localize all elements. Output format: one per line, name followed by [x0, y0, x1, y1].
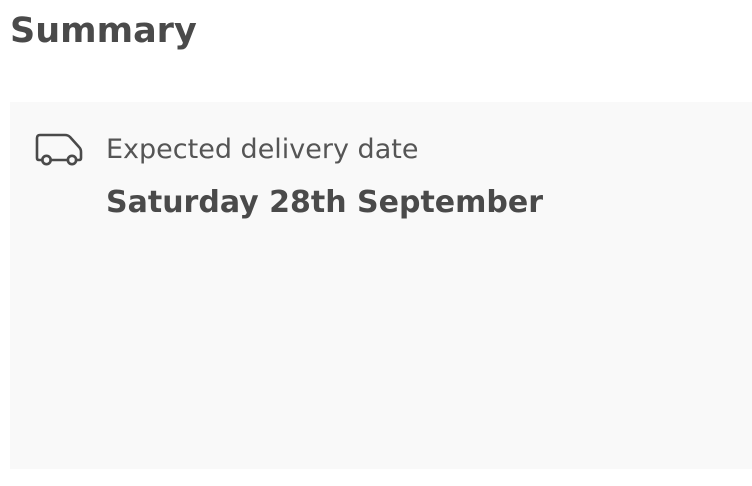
page-title: Summary [10, 11, 197, 51]
delivery-date-value: Saturday 28th September [106, 185, 544, 220]
delivery-date-label: Expected delivery date [106, 134, 419, 165]
delivery-van-icon [35, 132, 83, 168]
delivery-summary-card: Expected delivery date Saturday 28th Sep… [10, 102, 752, 469]
